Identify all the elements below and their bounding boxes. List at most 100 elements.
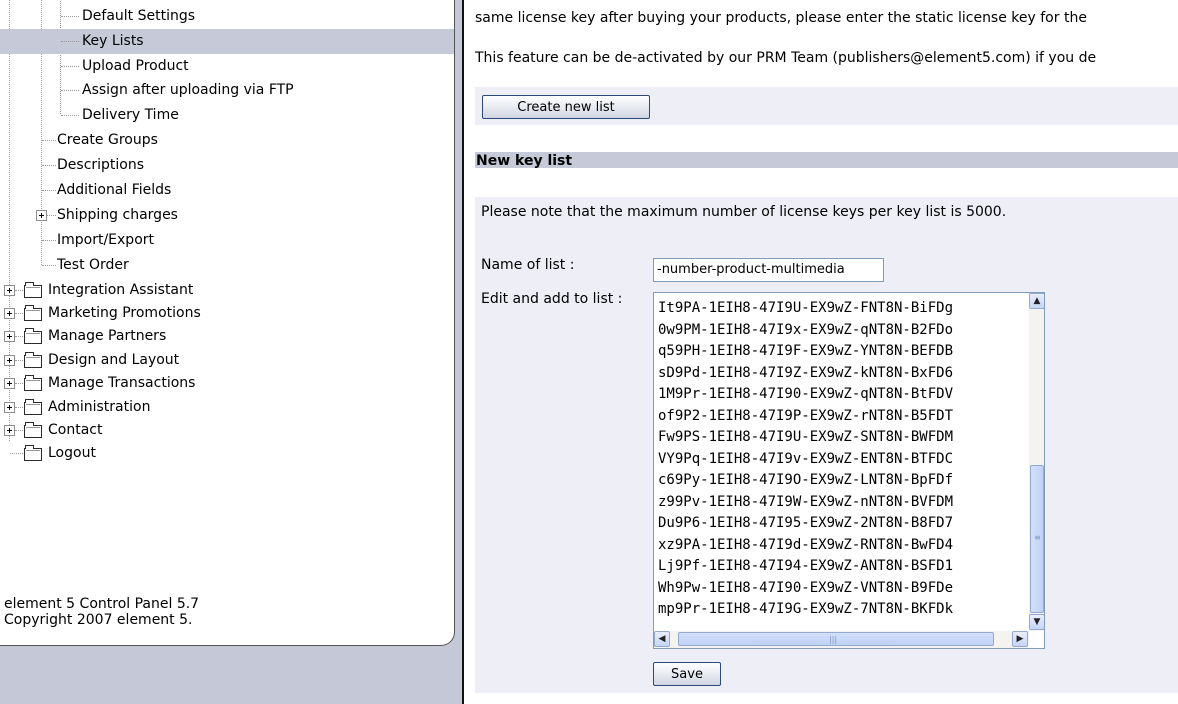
footer-copyright: Copyright 2007 element 5. bbox=[4, 612, 193, 628]
license-keys-textarea[interactable]: It9PA-1EIH8-47I9U-EX9wZ-FNT8N-BiFDg 0w9PM… bbox=[653, 292, 1045, 649]
sidebar-subitem-assign-ftp[interactable]: Assign after uploading via FTP bbox=[0, 78, 454, 103]
sidebar-item-label: Shipping charges bbox=[57, 207, 178, 223]
sidebar-subitem-label: Default Settings bbox=[82, 8, 196, 24]
tree-line bbox=[42, 165, 56, 166]
expand-icon[interactable] bbox=[4, 378, 15, 389]
license-key-line: Wh9Pw-1EIH8-47I90-EX9wZ-VNT8N-B9FDe bbox=[658, 579, 954, 596]
folder-icon bbox=[24, 375, 42, 391]
footer-version: element 5 Control Panel 5.7 bbox=[4, 596, 200, 612]
tree-line bbox=[47, 215, 56, 216]
sidebar-item-label: Test Order bbox=[57, 257, 129, 273]
tree-line bbox=[61, 115, 79, 116]
expand-icon[interactable] bbox=[4, 355, 15, 366]
section-title: New key list bbox=[475, 152, 1178, 169]
sidebar-subitem-delivery-time[interactable]: Delivery Time bbox=[0, 103, 454, 128]
license-key-line: q59PH-1EIH8-47I9F-EX9wZ-YNT8N-BEFDB bbox=[658, 343, 954, 359]
info-text-line: This feature can be de-activated by our … bbox=[475, 50, 1097, 66]
sidebar-subitem-label: Assign after uploading via FTP bbox=[82, 82, 294, 98]
sidebar-folder-label: Logout bbox=[48, 445, 96, 461]
sidebar-tree: Default Settings Key Lists Upload Produc… bbox=[0, 0, 455, 646]
license-key-line: of9P2-1EIH8-47I9P-EX9wZ-rNT8N-B5FDT bbox=[658, 407, 954, 424]
sidebar-item-test-order[interactable]: Test Order bbox=[0, 253, 454, 278]
horizontal-scroll-thumb[interactable]: ||| bbox=[678, 632, 994, 646]
tree-line bbox=[42, 190, 56, 191]
license-key-line: sD9Pd-1EIH8-47I9Z-EX9wZ-kNT8N-BxFD6 bbox=[658, 364, 954, 381]
tree-line bbox=[61, 90, 79, 91]
grip-icon: ||| bbox=[829, 635, 838, 644]
expand-icon[interactable] bbox=[4, 308, 15, 319]
sidebar-folder-label: Contact bbox=[48, 422, 103, 438]
sidebar-subitem-key-lists[interactable]: Key Lists bbox=[0, 29, 454, 54]
license-key-line: 0w9PM-1EIH8-47I9x-EX9wZ-qNT8N-B2FDo bbox=[658, 321, 954, 338]
license-key-line: It9PA-1EIH8-47I9U-EX9wZ-FNT8N-BiFDg bbox=[658, 300, 954, 316]
sidebar-subitem-default-settings[interactable]: Default Settings bbox=[0, 4, 454, 29]
folder-icon bbox=[24, 282, 42, 298]
sidebar-item-label: Descriptions bbox=[57, 157, 145, 173]
save-button[interactable]: Save bbox=[653, 662, 721, 686]
sidebar-subitem-upload-product[interactable]: Upload Product bbox=[0, 54, 454, 79]
scroll-right-icon[interactable]: ▶ bbox=[1012, 631, 1028, 647]
sidebar-item-label: Create Groups bbox=[57, 132, 158, 148]
sidebar-folder-design-layout[interactable]: Design and Layout bbox=[0, 348, 454, 373]
expand-icon[interactable] bbox=[36, 210, 47, 221]
sidebar-folder-marketing-promotions[interactable]: Marketing Promotions bbox=[0, 301, 454, 326]
sidebar-folder-logout[interactable]: Logout bbox=[0, 441, 454, 466]
tree-line bbox=[61, 66, 79, 67]
expand-icon[interactable] bbox=[4, 331, 15, 342]
name-of-list-label: Name of list : bbox=[481, 257, 575, 273]
expand-icon[interactable] bbox=[4, 402, 15, 413]
sidebar-folder-label: Marketing Promotions bbox=[48, 305, 201, 321]
tree-line bbox=[61, 16, 79, 17]
scroll-down-icon[interactable]: ▼ bbox=[1029, 614, 1044, 630]
sidebar-item-descriptions[interactable]: Descriptions bbox=[0, 153, 454, 178]
sidebar-folder-contact[interactable]: Contact bbox=[0, 418, 454, 443]
folder-icon bbox=[24, 422, 42, 438]
edit-list-label: Edit and add to list : bbox=[481, 291, 623, 307]
panel-divider bbox=[462, 0, 464, 704]
scroll-up-icon[interactable]: ▲ bbox=[1029, 293, 1044, 309]
license-key-line: VY9Pq-1EIH8-47I9v-EX9wZ-ENT8N-BTFDC bbox=[658, 450, 954, 467]
sidebar-item-shipping-charges[interactable]: Shipping charges bbox=[0, 203, 454, 228]
sidebar-item-label: Import/Export bbox=[57, 232, 155, 248]
sidebar-item-import-export[interactable]: Import/Export bbox=[0, 228, 454, 253]
main-content: same license key after buying your produ… bbox=[466, 0, 1178, 704]
license-key-line: Du9P6-1EIH8-47I95-EX9wZ-2NT8N-B8FD7 bbox=[658, 515, 954, 531]
license-key-line: xz9PA-1EIH8-47I9d-EX9wZ-RNT8N-BwFD4 bbox=[658, 536, 954, 553]
expand-icon[interactable] bbox=[4, 285, 15, 296]
sidebar-subitem-label: Delivery Time bbox=[82, 107, 179, 123]
sidebar-subitem-label: Key Lists bbox=[82, 33, 144, 49]
tree-line bbox=[42, 140, 56, 141]
scroll-left-icon[interactable]: ◀ bbox=[654, 631, 670, 647]
sidebar-folder-integration-assistant[interactable]: Integration Assistant bbox=[0, 278, 454, 303]
sidebar-folder-label: Design and Layout bbox=[48, 352, 180, 368]
sidebar-footer: element 5 Control Panel 5.7 Copyright 20… bbox=[4, 596, 199, 628]
vertical-scroll-thumb[interactable]: ≡ bbox=[1030, 465, 1044, 613]
tree-line bbox=[61, 41, 79, 42]
tree-line bbox=[42, 240, 56, 241]
sidebar-folder-administration[interactable]: Administration bbox=[0, 395, 454, 420]
sidebar-folder-manage-partners[interactable]: Manage Partners bbox=[0, 324, 454, 349]
expand-icon[interactable] bbox=[4, 425, 15, 436]
license-key-line: Fw9PS-1EIH8-47I9U-EX9wZ-SNT8N-BWFDM bbox=[658, 429, 954, 445]
name-of-list-input[interactable]: -number-product-multimedia bbox=[653, 258, 884, 282]
horizontal-scrollbar[interactable]: ◀ ||| ▶ bbox=[654, 631, 1029, 648]
folder-icon bbox=[24, 445, 42, 461]
license-keys-list: It9PA-1EIH8-47I9U-EX9wZ-FNT8N-BiFDg 0w9PM… bbox=[654, 293, 1029, 631]
limit-note: Please note that the maximum number of l… bbox=[481, 204, 1007, 220]
license-key-line: mp9Pr-1EIH8-47I9G-EX9wZ-7NT8N-BKFDk bbox=[658, 601, 954, 617]
license-key-line: 1M9Pr-1EIH8-47I90-EX9wZ-qNT8N-BtFDV bbox=[658, 386, 954, 402]
sidebar-folder-label: Administration bbox=[48, 399, 151, 415]
vertical-scrollbar[interactable]: ▲ ≡ ▼ bbox=[1029, 293, 1044, 631]
grip-icon: ≡ bbox=[1034, 533, 1041, 542]
sidebar-item-create-groups[interactable]: Create Groups bbox=[0, 128, 454, 153]
folder-icon bbox=[24, 352, 42, 368]
sidebar-folder-label: Manage Partners bbox=[48, 328, 167, 344]
sidebar-folder-manage-transactions[interactable]: Manage Transactions bbox=[0, 371, 454, 396]
sidebar-item-label: Additional Fields bbox=[57, 182, 172, 198]
sidebar-item-additional-fields[interactable]: Additional Fields bbox=[0, 178, 454, 203]
folder-icon bbox=[24, 305, 42, 321]
sidebar-subitem-label: Upload Product bbox=[82, 58, 189, 74]
tree-line bbox=[10, 453, 25, 454]
create-new-list-button[interactable]: Create new list bbox=[482, 95, 650, 119]
license-key-line: z99Pv-1EIH8-47I9W-EX9wZ-nNT8N-BVFDM bbox=[658, 493, 954, 510]
